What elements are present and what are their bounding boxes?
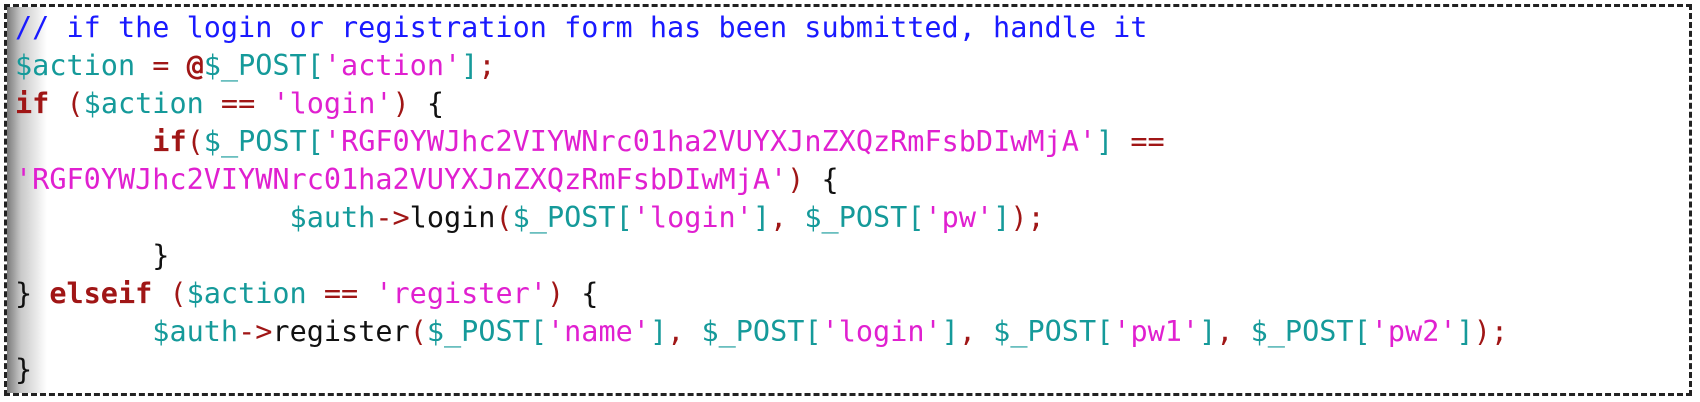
code-variable: [ — [306, 125, 324, 158]
code-string: 'register' — [375, 277, 547, 310]
code-operator: ( — [152, 277, 187, 310]
code-operator: -> — [238, 315, 273, 348]
code-string: 'name' — [546, 315, 650, 348]
code-function: login — [409, 201, 496, 234]
code-operator: ) — [787, 163, 822, 196]
code-function: register — [272, 315, 410, 348]
code-variable: [ — [1096, 315, 1114, 348]
code-operator: , — [770, 201, 805, 234]
code-operator: == — [1113, 125, 1165, 158]
code-comment: // if the login or registration form has… — [15, 11, 1148, 44]
code-variable: $_POST — [426, 315, 530, 348]
code-operator: , — [667, 315, 702, 348]
code-keyword: elseif — [49, 277, 153, 310]
code-variable: ] — [1096, 125, 1114, 158]
code-variable: $_POST — [203, 125, 307, 158]
code-variable: $_POST — [804, 201, 908, 234]
code-operator: ( — [495, 201, 513, 234]
code-variable: ] — [461, 49, 479, 82]
code-variable: [ — [306, 49, 324, 82]
code-line: $auth->login($_POST['login'], $_POST['pw… — [15, 199, 1508, 237]
code-text: { — [581, 277, 599, 310]
code-variable: $_POST — [1250, 315, 1354, 348]
code-operator: ( — [409, 315, 427, 348]
code-variable: $auth — [289, 201, 376, 234]
code-string: 'pw2' — [1370, 315, 1457, 348]
code-line: if ($action == 'login') { — [15, 85, 1508, 123]
code-string: 'RGF0YWJhc2VIYWNrc01ha2VUYXJnZXQzRmFsbDI… — [15, 163, 788, 196]
code-operator: ); — [1010, 201, 1045, 234]
code-variable: [ — [529, 315, 547, 348]
code-variable: [ — [907, 201, 925, 234]
code-operator: == — [306, 277, 376, 310]
code-text: } — [152, 239, 170, 272]
code-variable: $action — [15, 49, 136, 82]
code-string: 'pw1' — [1113, 315, 1200, 348]
code-variable: ] — [1199, 315, 1217, 348]
code-variable: [ — [1353, 315, 1371, 348]
code-operator: , — [958, 315, 994, 348]
code-line: $auth->register($_POST['name'], $_POST['… — [15, 313, 1508, 351]
code-variable: [ — [804, 315, 822, 348]
code-operator: == — [203, 87, 273, 120]
code-keyword: @ — [186, 49, 204, 82]
code-text: } — [15, 277, 50, 310]
code-line: } elseif ($action == 'register') { — [15, 275, 1508, 313]
code-variable: ] — [993, 201, 1011, 234]
code-string: 'pw' — [924, 201, 994, 234]
code-variable: $_POST — [203, 49, 307, 82]
code-line: } — [15, 237, 1508, 275]
code-text: { — [821, 163, 839, 196]
code-text: { — [426, 87, 445, 120]
code-string: 'login' — [272, 87, 393, 120]
code-variable: $auth — [152, 315, 239, 348]
code-operator: ( — [186, 125, 204, 158]
code-operator: ( — [49, 87, 84, 120]
code-variable: ] — [941, 315, 959, 348]
code-string: 'login' — [632, 201, 753, 234]
code-variable: ] — [1456, 315, 1474, 348]
code-operator: ; — [478, 49, 496, 82]
code-keyword: if — [152, 125, 187, 158]
code-string: 'RGF0YWJhc2VIYWNrc01ha2VUYXJnZXQzRmFsbDI… — [323, 125, 1097, 158]
code-operator: , — [1216, 315, 1251, 348]
code-line: } — [15, 351, 1508, 389]
code-text: } — [15, 353, 33, 386]
code-operator: ); — [1473, 315, 1509, 348]
code-operator: = — [135, 49, 187, 82]
code-operator: -> — [375, 201, 410, 234]
code-keyword: if — [15, 87, 50, 120]
code-editor-panel: // if the login or registration form has… — [4, 4, 1692, 396]
code-block[interactable]: // if the login or registration form has… — [15, 9, 1508, 389]
code-variable: $_POST — [701, 315, 805, 348]
code-variable: ] — [649, 315, 668, 348]
code-variable: ] — [752, 201, 771, 234]
code-line: $action = @$_POST['action']; — [15, 47, 1508, 85]
code-string: 'login' — [821, 315, 942, 348]
code-variable: $action — [83, 87, 204, 120]
code-operator: ) — [392, 87, 427, 120]
code-operator: ) — [546, 277, 582, 310]
code-variable: $_POST — [512, 201, 616, 234]
code-variable: $_POST — [993, 315, 1097, 348]
code-variable: $action — [186, 277, 307, 310]
code-string: 'action' — [323, 49, 462, 82]
code-line: if($_POST['RGF0YWJhc2VIYWNrc01ha2VUYXJnZ… — [15, 123, 1508, 161]
code-line: 'RGF0YWJhc2VIYWNrc01ha2VUYXJnZXQzRmFsbDI… — [15, 161, 1508, 199]
code-line: // if the login or registration form has… — [15, 9, 1508, 47]
code-variable: [ — [615, 201, 633, 234]
